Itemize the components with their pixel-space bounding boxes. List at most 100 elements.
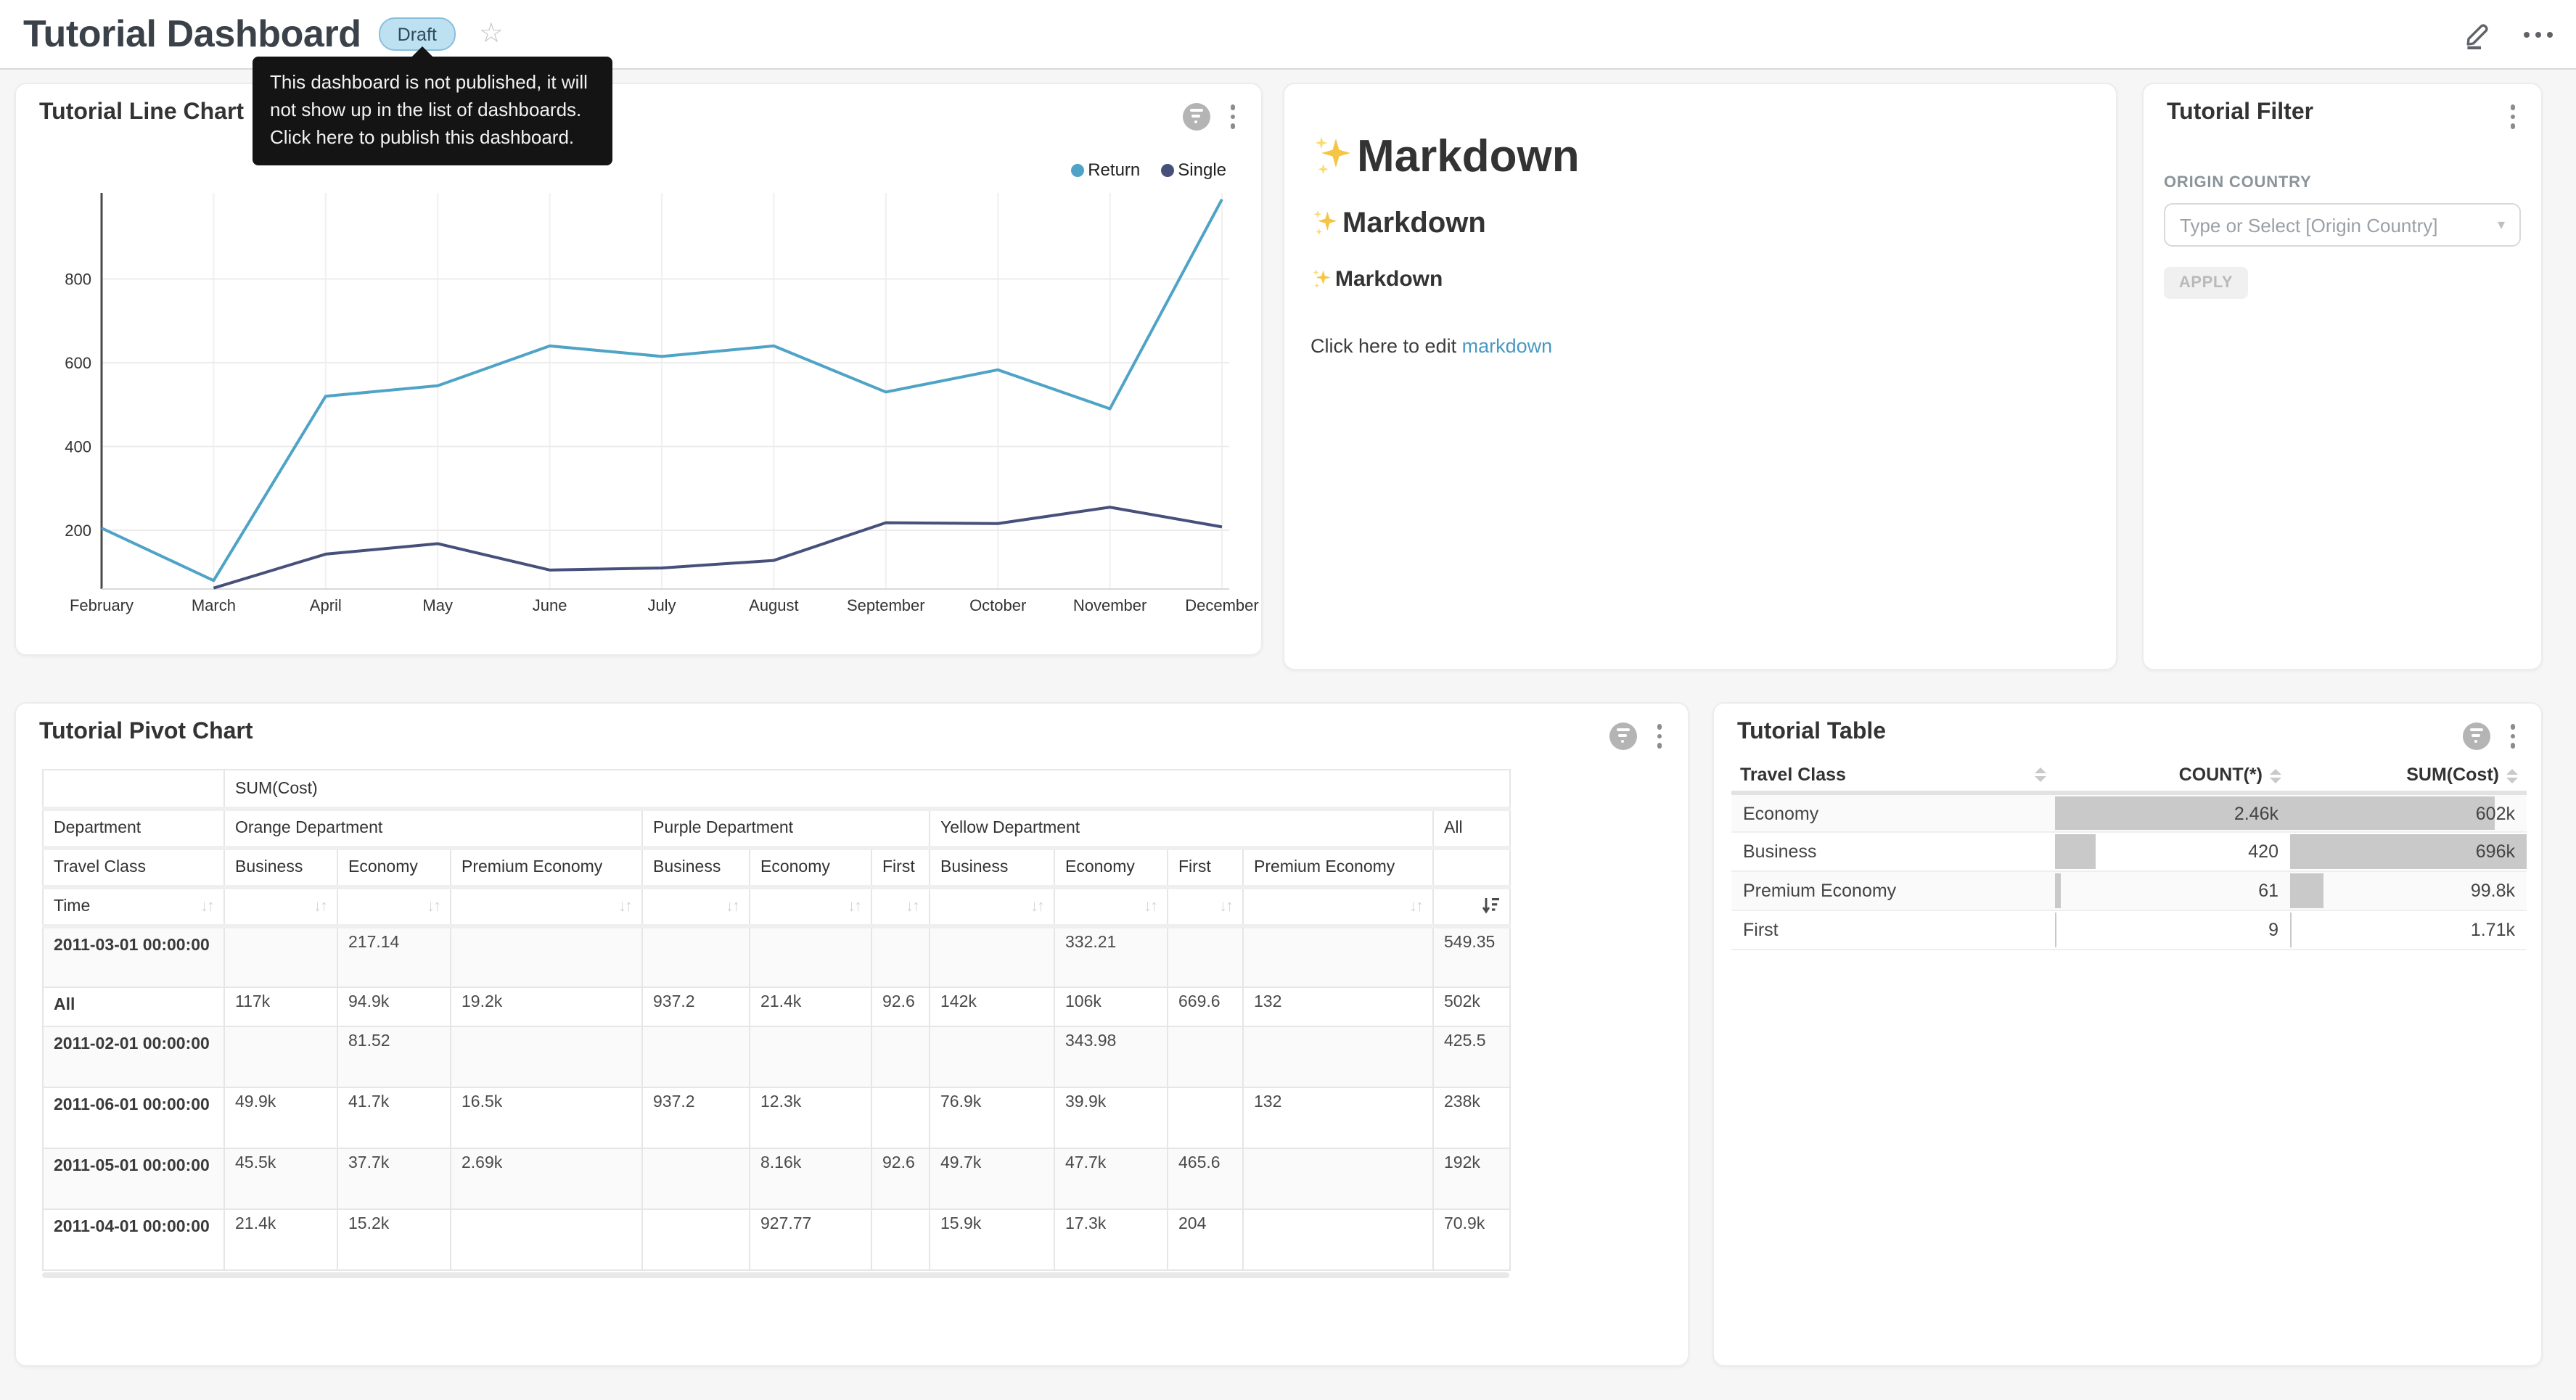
pivot-class-cell[interactable]: Business <box>930 848 1054 887</box>
sort-caret-icon[interactable] <box>2506 768 2518 783</box>
pivot-row-label: 2011-04-01 00:00:00 <box>43 1209 224 1270</box>
markdown-edit-link[interactable]: markdown <box>1462 335 1553 357</box>
pivot-value-cell: 16.5k <box>451 1087 642 1148</box>
pivot-value-cell: 217.14 <box>337 926 451 987</box>
pivot-value-cell <box>1243 1209 1433 1270</box>
chart-menu-icon[interactable] <box>2507 721 2518 751</box>
pivot-value-cell: 2.69k <box>451 1148 642 1209</box>
pivot-data-row: All117k94.9k19.2k937.221.4k92.6142k106k6… <box>43 987 1510 1026</box>
pivot-class-cell[interactable]: Business <box>642 848 750 887</box>
pivot-class-cell[interactable]: First <box>1168 848 1243 887</box>
pivot-measure-row: SUM(Cost) <box>43 770 1510 809</box>
line-chart-plot[interactable]: 200400600800FebruaryMarchAprilMayJuneJul… <box>16 84 1263 656</box>
table-row[interactable]: Economy2.46k602k <box>1731 793 2527 832</box>
favorite-star-icon[interactable]: ☆ <box>479 20 504 48</box>
y-axis-tick-label: 400 <box>65 438 91 456</box>
unpublished-tooltip[interactable]: This dashboard is not published, it will… <box>253 57 612 165</box>
pivot-value-cell <box>642 926 750 987</box>
data-table-card: Tutorial Table Travel ClassCOUNT(*)SUM(C… <box>1712 702 2543 1367</box>
column-header-travel-class[interactable]: Travel Class <box>1731 759 2055 793</box>
series-line-single[interactable] <box>213 507 1222 588</box>
cell-value: 9 <box>2268 920 2278 940</box>
pivot-sort-cell: ↓↑ <box>871 887 930 926</box>
pivot-row-label: 2011-03-01 00:00:00 <box>43 926 224 987</box>
pivot-department-cell[interactable]: Orange Department <box>224 809 642 848</box>
pivot-department-cell[interactable]: Yellow Department <box>930 809 1433 848</box>
x-axis-tick-label: July <box>647 596 676 614</box>
sort-toggle-icon[interactable]: ↓↑ <box>906 898 919 915</box>
pivot-value-cell: 49.9k <box>224 1087 337 1148</box>
table-row[interactable]: Premium Economy6199.8k <box>1731 871 2527 910</box>
pivot-class-cell[interactable]: Premium Economy <box>1243 848 1433 887</box>
chart-menu-icon[interactable] <box>2507 102 2518 131</box>
value-bar <box>2290 913 2291 947</box>
sort-toggle-icon[interactable]: ↓↑ <box>1219 898 1232 915</box>
sort-toggle-icon[interactable]: ↓↑ <box>313 898 327 915</box>
pivot-value-cell: 117k <box>224 987 337 1026</box>
pivot-value-cell <box>642 1026 750 1087</box>
filter-indicator-icon[interactable] <box>1609 722 1636 750</box>
table-row[interactable]: First91.71k <box>1731 910 2527 950</box>
data-table: Travel ClassCOUNT(*)SUM(Cost)Economy2.46… <box>1731 759 2527 950</box>
markdown-heading-1-text: Markdown <box>1357 131 1580 182</box>
more-actions-icon[interactable] <box>2524 31 2553 37</box>
pivot-department-cell[interactable]: Purple Department <box>642 809 930 848</box>
sort-caret-icon[interactable] <box>2035 767 2046 782</box>
count-cell: 61 <box>2055 871 2290 910</box>
sort-toggle-icon[interactable]: ↓↑ <box>1030 898 1043 915</box>
column-header-sum-cost-[interactable]: SUM(Cost) <box>2290 759 2527 793</box>
pivot-row-label: 2011-05-01 00:00:00 <box>43 1148 224 1209</box>
origin-country-select[interactable]: Type or Select [Origin Country] ▾ <box>2164 203 2521 247</box>
sort-caret-icon[interactable] <box>2270 768 2281 783</box>
x-axis-tick-label: May <box>422 596 453 614</box>
sort-toggle-icon[interactable]: ↓↑ <box>200 898 213 915</box>
cell-value: 602k <box>2476 803 2515 823</box>
pivot-value-cell: 132 <box>1243 1087 1433 1148</box>
pivot-value-cell: 94.9k <box>337 987 451 1026</box>
pivot-value-cell: 142k <box>930 987 1054 1026</box>
sort-toggle-icon[interactable]: ↓↑ <box>427 898 440 915</box>
sort-toggle-icon[interactable]: ↓↑ <box>1409 898 1422 915</box>
y-axis-tick-label: 800 <box>65 271 91 289</box>
pivot-value-cell <box>224 926 337 987</box>
pivot-value-cell: 70.9k <box>1433 1209 1510 1270</box>
sort-descending-active-icon[interactable] <box>1482 896 1499 918</box>
x-axis-tick-label: June <box>533 596 567 614</box>
sort-toggle-icon[interactable]: ↓↑ <box>726 898 739 915</box>
edit-pencil-icon[interactable] <box>2463 19 2492 49</box>
pivot-class-cell[interactable]: Economy <box>1054 848 1168 887</box>
pivot-value-cell <box>451 1209 642 1270</box>
sort-toggle-icon[interactable]: ↓↑ <box>848 898 861 915</box>
pivot-value-cell: 19.2k <box>451 987 642 1026</box>
pivot-row-label: All <box>43 987 224 1026</box>
pivot-class-cell[interactable]: Business <box>224 848 337 887</box>
value-bar <box>2055 834 2095 869</box>
pivot-class-empty-cell <box>1433 848 1510 887</box>
sort-toggle-icon[interactable]: ↓↑ <box>1144 898 1157 915</box>
pivot-class-cell[interactable]: First <box>871 848 930 887</box>
draft-badge[interactable]: Draft <box>379 17 456 51</box>
sort-toggle-icon[interactable]: ↓↑ <box>618 898 631 915</box>
value-bar <box>2290 796 2495 830</box>
pivot-class-cell[interactable]: Premium Economy <box>451 848 642 887</box>
cell-value: 696k <box>2476 841 2515 862</box>
chart-menu-icon[interactable] <box>1654 721 1665 751</box>
table-row[interactable]: Business420696k <box>1731 832 2527 871</box>
markdown-heading-3: Markdown <box>1310 266 2090 292</box>
horizontal-scrollbar[interactable] <box>42 1272 1509 1278</box>
filter-indicator-icon[interactable] <box>2462 722 2490 750</box>
apply-button[interactable]: APPLY <box>2164 267 2248 299</box>
pivot-class-cell[interactable]: Economy <box>750 848 871 887</box>
pivot-class-cell[interactable]: Economy <box>337 848 451 887</box>
y-axis-tick-label: 600 <box>65 354 91 372</box>
cell-value: 1.71k <box>2471 920 2515 940</box>
pivot-value-cell: 92.6 <box>871 1148 930 1209</box>
pivot-value-cell: 49.7k <box>930 1148 1054 1209</box>
pivot-chart-title: Tutorial Pivot Chart <box>39 720 253 746</box>
y-axis-tick-label: 200 <box>65 522 91 540</box>
pivot-time-row: Time↓↑↓↑↓↑↓↑↓↑↓↑↓↑↓↑↓↑↓↑↓↑ <box>43 887 1510 926</box>
column-header-count-[interactable]: COUNT(*) <box>2055 759 2290 793</box>
pivot-data-row: 2011-02-01 00:00:0081.52343.98425.5 <box>43 1026 1510 1087</box>
pivot-department-row: DepartmentOrange DepartmentPurple Depart… <box>43 809 1510 848</box>
travel-class-cell: Premium Economy <box>1731 871 2055 910</box>
